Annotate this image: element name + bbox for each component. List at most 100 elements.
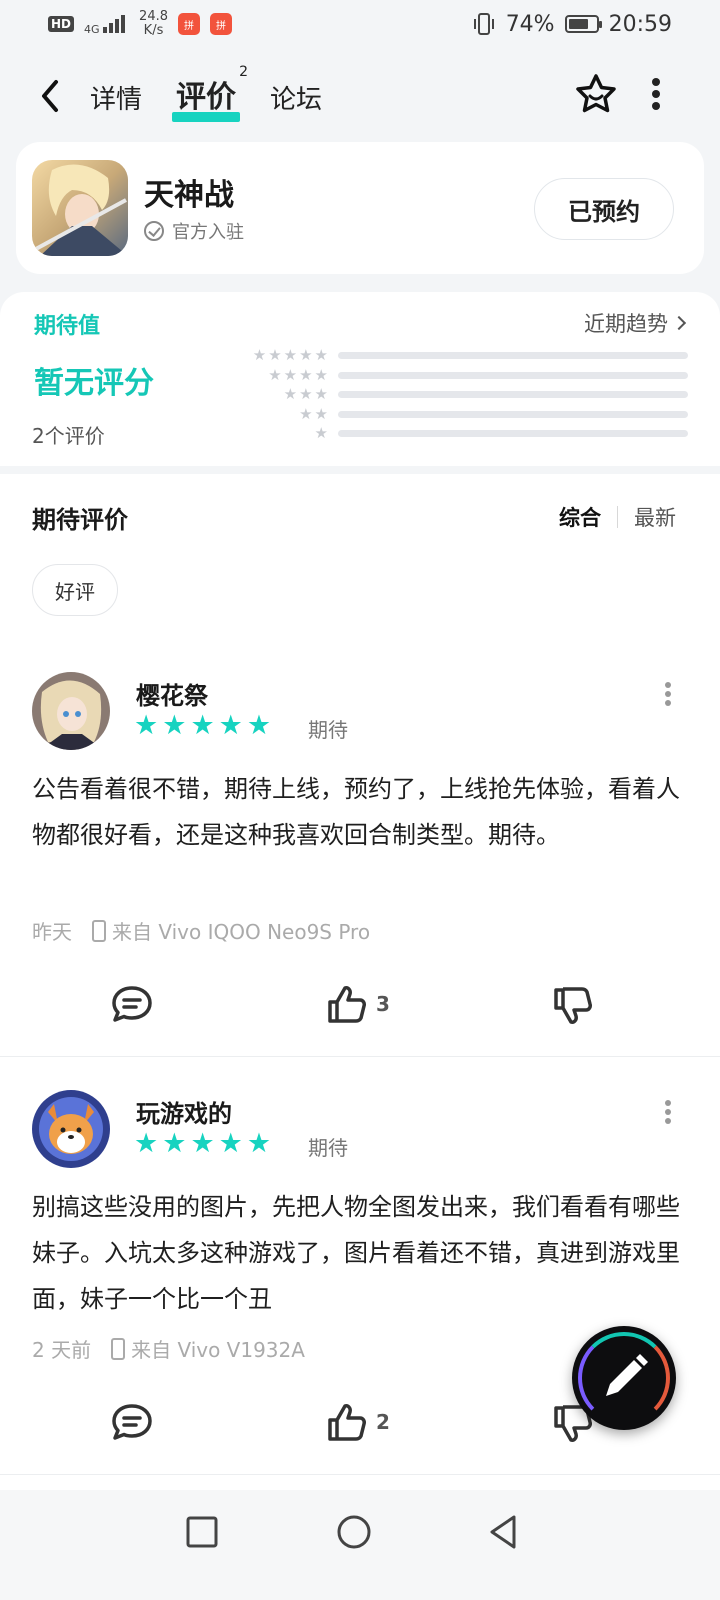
- back-triangle-icon[interactable]: [484, 1512, 524, 1552]
- phone-icon: [111, 1337, 126, 1360]
- distribution-stars: ★: [228, 426, 334, 441]
- system-nav-bar: [0, 1490, 720, 1600]
- review-time: 2 天前: [32, 1338, 92, 1362]
- review-text[interactable]: 别搞这些没用的图片，先把人物全图发出来，我们看看有哪些妹子。入坑太多这种游戏了，…: [32, 1184, 682, 1322]
- top-navigation: 详情 评价 2 论坛: [0, 62, 720, 132]
- battery-percent: 74%: [505, 11, 555, 37]
- sort-options: 综合 最新: [559, 502, 676, 532]
- recent-trend-link[interactable]: 近期趋势: [584, 308, 687, 338]
- game-card: 天神战 官方入驻 已预约: [16, 142, 704, 274]
- star-icon: ★: [218, 1128, 243, 1159]
- star-icon: ★: [162, 710, 187, 741]
- avatar[interactable]: [32, 672, 110, 750]
- distribution-stars: ★ ★ ★ ★ ★: [228, 348, 334, 363]
- reserved-button[interactable]: 已预约: [534, 178, 674, 240]
- review-device: 来自 Vivo V1932A: [131, 1338, 305, 1362]
- sort-comprehensive[interactable]: 综合: [559, 502, 601, 532]
- review-meta: 昨天 来自 Vivo IQOO Neo9S Pro: [32, 916, 370, 945]
- review-more-button[interactable]: [664, 682, 672, 706]
- star-icon: ★: [314, 424, 328, 443]
- distribution-bar: [338, 391, 688, 399]
- star-icon: ★: [162, 1128, 187, 1159]
- distribution-stars: ★ ★ ★ ★: [228, 365, 334, 384]
- vibrate-icon: [473, 13, 494, 35]
- hd-indicator: HD: [48, 16, 75, 32]
- sort-latest[interactable]: 最新: [634, 502, 676, 532]
- distribution-stars: ★ ★: [228, 404, 334, 423]
- reviewer-name[interactable]: 玩游戏的: [136, 1094, 232, 1129]
- avatar[interactable]: [32, 1090, 110, 1168]
- notification-app-icon: 拼: [178, 13, 200, 35]
- filter-chip-positive[interactable]: 好评: [32, 564, 118, 616]
- tab-bar: 详情 评价 2 论坛: [90, 64, 322, 122]
- battery-icon: [564, 15, 602, 33]
- tab-reviews[interactable]: 评价 2: [172, 64, 248, 122]
- star-icon: ★: [268, 346, 282, 365]
- tab-badge: 2: [239, 64, 249, 80]
- review-meta: 2 天前 来自 Vivo V1932A: [32, 1334, 305, 1363]
- star-icon: ★: [299, 346, 313, 365]
- comment-button[interactable]: [110, 1402, 154, 1442]
- thumbs-up-icon: [328, 986, 366, 1023]
- recent-apps-icon[interactable]: [182, 1512, 222, 1552]
- distribution-bar: [338, 352, 688, 360]
- game-icon[interactable]: [32, 160, 128, 256]
- expectation-label: 期待值: [34, 314, 101, 339]
- review-more-button[interactable]: [664, 1100, 672, 1124]
- thumbs-up-icon: [328, 1404, 366, 1441]
- notification-app-icon: 拼: [210, 13, 232, 35]
- review-tag: 期待: [308, 1136, 348, 1160]
- favorite-star-icon[interactable]: [574, 72, 618, 116]
- review-divider: [0, 1056, 720, 1057]
- review-text[interactable]: 公告看着很不错，期待上线，预约了，上线抢先体验，看着人物都很好看，还是这种我喜欢…: [32, 766, 682, 858]
- star-icon: ★: [314, 385, 328, 404]
- pencil-icon: [606, 1354, 648, 1396]
- sort-divider: [617, 506, 618, 528]
- star-icon: ★: [299, 385, 313, 404]
- write-review-button[interactable]: [572, 1326, 676, 1430]
- review-stars: ★ ★ ★ ★ ★: [134, 1130, 271, 1158]
- star-icon: ★: [314, 365, 328, 384]
- review-device: 来自 Vivo IQOO Neo9S Pro: [112, 920, 371, 944]
- star-icon: ★: [252, 346, 267, 365]
- review-stars: ★ ★ ★ ★ ★: [134, 712, 271, 740]
- star-icon: ★: [246, 1128, 272, 1159]
- distribution-row: ★ ★ ★ ★: [228, 366, 688, 386]
- rating-count: 2个评价: [32, 424, 105, 448]
- status-bar: HD 4G 24.8 K/s 拼 拼 74% 20:59: [0, 0, 720, 48]
- score-text: 暂无评分: [34, 366, 154, 401]
- like-button[interactable]: 3: [326, 984, 390, 1024]
- chevron-right-icon: [671, 315, 687, 331]
- star-icon: ★: [190, 710, 215, 741]
- star-icon: ★: [218, 710, 243, 741]
- star-icon: ★: [134, 710, 159, 741]
- review-divider: [0, 1474, 720, 1475]
- distribution-stars: ★ ★ ★: [228, 387, 334, 402]
- game-title: 天神战: [144, 178, 234, 213]
- distribution-bar: [338, 410, 688, 418]
- like-count: 3: [376, 992, 390, 1016]
- back-arrow-icon[interactable]: [36, 78, 66, 114]
- official-badge: 官方入驻: [144, 218, 244, 244]
- home-icon[interactable]: [334, 1512, 374, 1552]
- star-icon: ★: [314, 404, 328, 423]
- tab-details[interactable]: 详情: [90, 79, 142, 122]
- distribution-row: ★ ★ ★ ★ ★: [228, 346, 688, 366]
- network-indicator: 4G: [84, 13, 129, 35]
- distribution-row: ★ ★ ★: [228, 385, 688, 405]
- rating-panel: 期待值 近期趋势 暂无评分 2个评价 ★ ★ ★ ★ ★ ★ ★ ★ ★ ★ ★ ★ ★ ★ ★: [0, 292, 720, 466]
- more-menu-button[interactable]: [650, 78, 662, 110]
- comment-icon: [112, 1404, 152, 1440]
- star-icon: ★: [246, 710, 272, 741]
- comment-button[interactable]: [110, 984, 154, 1024]
- reviewer-name[interactable]: 樱花祭: [136, 676, 208, 711]
- star-icon: ★: [299, 365, 313, 384]
- star-icon: ★: [268, 365, 282, 384]
- star-icon: ★: [314, 346, 328, 365]
- dislike-button[interactable]: [552, 986, 594, 1026]
- star-icon: ★: [134, 1128, 159, 1159]
- like-button[interactable]: 2: [326, 1402, 390, 1442]
- star-icon: ★: [299, 404, 313, 423]
- tab-forum[interactable]: 论坛: [270, 79, 322, 122]
- phone-icon: [92, 919, 106, 942]
